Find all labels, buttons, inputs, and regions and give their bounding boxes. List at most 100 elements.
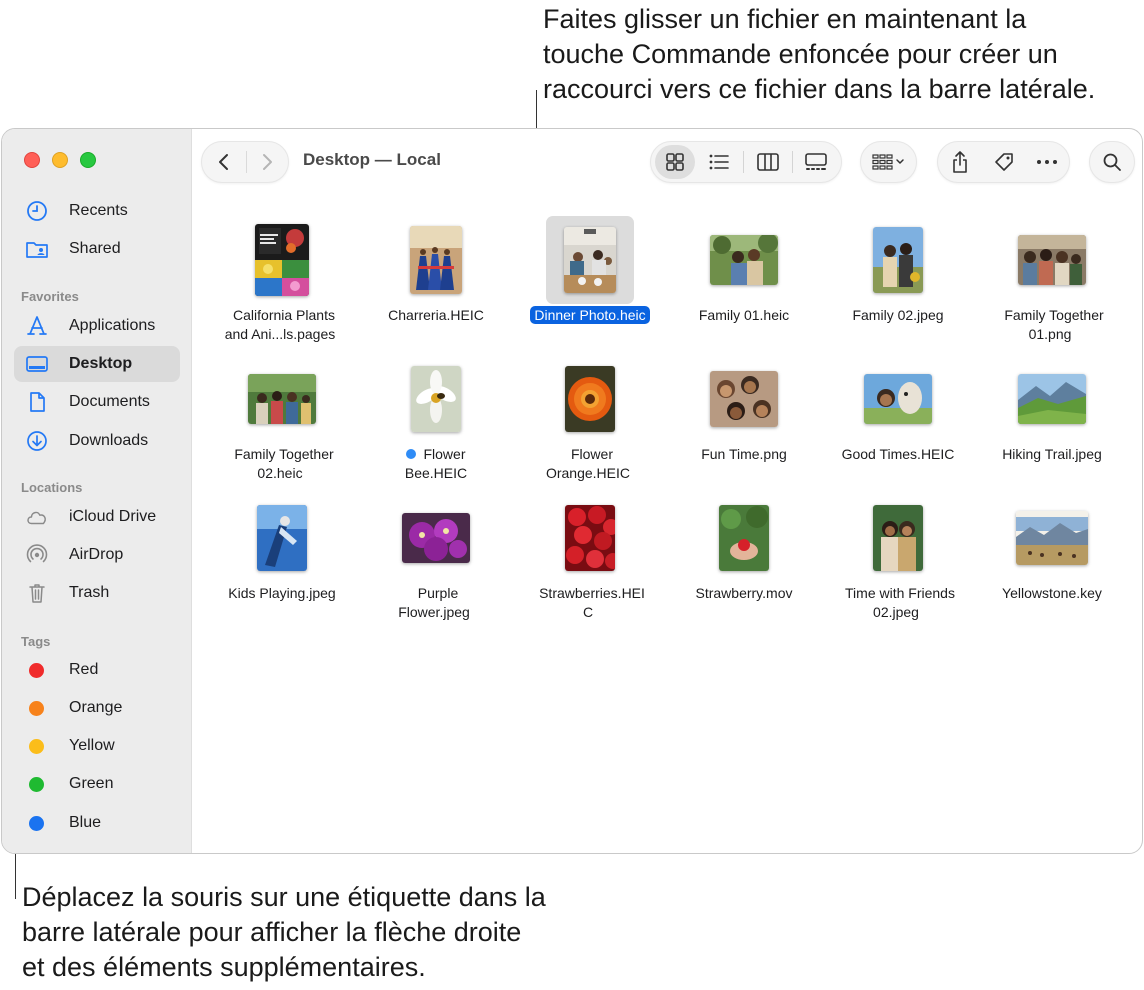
tag-button[interactable] <box>982 145 1026 179</box>
action-buttons <box>937 141 1070 183</box>
sidebar-tag-orange[interactable]: Orange <box>14 690 180 726</box>
file-item-flower-orange[interactable]: Flower Orange.HEIC <box>515 355 665 487</box>
file-item-yellowstone[interactable]: Yellowstone.key <box>977 494 1127 626</box>
file-name: Purple Flower.jpeg <box>398 585 470 620</box>
search-icon <box>1103 153 1121 171</box>
file-item-fun-time[interactable]: Fun Time.png <box>669 355 819 487</box>
file-name: Family 02.jpeg <box>852 307 944 323</box>
sidebar-item-trash[interactable]: Trash <box>14 575 180 611</box>
sidebar-item-downloads[interactable]: Downloads <box>14 423 180 459</box>
desktop-icon <box>25 352 49 376</box>
sidebar-tag-green[interactable]: Green <box>14 766 180 802</box>
sidebar-item-label: Documents <box>69 393 150 410</box>
file-item-flower-bee[interactable]: Flower Bee.HEIC <box>361 355 511 487</box>
file-item-family-02[interactable]: Family 02.jpeg <box>823 216 973 348</box>
file-item-strawberry-mov[interactable]: Strawberry.mov <box>669 494 819 626</box>
photo-thumbnail <box>710 235 778 285</box>
tag-color-dot <box>29 700 44 716</box>
file-item-kids-playing[interactable]: Kids Playing.jpeg <box>207 494 357 626</box>
file-item-time-with-friends[interactable]: Time with Friends 02.jpeg <box>823 494 973 626</box>
more-actions-button[interactable] <box>1025 145 1069 179</box>
sidebar-item-label: Blue <box>69 814 102 831</box>
screenshot: Faites glisser un fichier en maintenant … <box>0 0 1144 990</box>
locations-header: Locations <box>21 480 83 495</box>
zoom-window-button[interactable] <box>80 152 96 168</box>
file-item-dinner-photo[interactable]: Dinner Photo.heic <box>515 216 665 348</box>
sidebar-tag-yellow[interactable]: Yellow <box>14 728 180 764</box>
file-item-family-01[interactable]: Family 01.heic <box>669 216 819 348</box>
sidebar-item-label: Recents <box>69 202 128 219</box>
favorites-header: Favorites <box>21 289 79 304</box>
download-icon <box>25 429 49 453</box>
sidebar-item-label: Green <box>69 775 114 792</box>
file-item-family-together-01[interactable]: Family Together 01.png <box>977 216 1127 348</box>
back-button[interactable] <box>202 145 246 179</box>
chevron-right-icon <box>263 154 273 170</box>
file-item-hiking-trail[interactable]: Hiking Trail.jpeg <box>977 355 1127 487</box>
group-grid-icon <box>871 154 904 170</box>
callout-bottom: Déplacez la souris sur une étiquette dan… <box>22 882 546 982</box>
photo-thumbnail <box>1018 374 1086 424</box>
column-view-button[interactable] <box>744 145 792 179</box>
search-button[interactable] <box>1090 145 1134 179</box>
sidebar-item-desktop[interactable]: Desktop <box>14 346 180 382</box>
file-thumbnail <box>238 216 326 304</box>
window-title: Desktop — Local <box>303 150 441 169</box>
file-thumbnail <box>392 494 480 582</box>
sidebar-tag-red[interactable]: Red <box>14 652 180 688</box>
search-control <box>1089 141 1135 183</box>
minimize-window-button[interactable] <box>52 152 68 168</box>
sidebar-item-documents[interactable]: Documents <box>14 384 180 420</box>
photo-thumbnail <box>710 371 778 427</box>
file-thumbnail <box>546 216 634 304</box>
file-item-family-together-02[interactable]: Family Together 02.heic <box>207 355 357 487</box>
file-item-strawberries[interactable]: Strawberries.HEI C <box>515 494 665 626</box>
file-item-charreria[interactable]: Charreria.HEIC <box>361 216 511 348</box>
file-thumbnail <box>392 355 480 443</box>
ellipsis-icon <box>1037 160 1058 164</box>
file-item-good-times[interactable]: Good Times.HEIC <box>823 355 973 487</box>
file-name: Strawberry.mov <box>695 585 793 601</box>
file-thumbnail <box>854 494 942 582</box>
sidebar-item-label: Trash <box>69 584 110 601</box>
columns-icon <box>757 153 779 171</box>
shared-folder-icon <box>25 237 49 261</box>
document-icon <box>25 390 49 414</box>
file-thumbnail <box>854 216 942 304</box>
file-item-california-plants[interactable]: California Plants and Ani...ls.pages <box>207 216 357 348</box>
group-button[interactable] <box>861 145 916 179</box>
trash-icon <box>25 581 49 605</box>
applications-icon <box>25 314 49 338</box>
tag-color-dot <box>29 815 44 831</box>
file-thumbnail <box>546 355 634 443</box>
sidebar-tag-blue[interactable]: Blue <box>14 805 180 841</box>
sidebar-item-icloud-drive[interactable]: iCloud Drive <box>14 499 180 535</box>
sidebar-item-shared[interactable]: Shared <box>14 231 180 267</box>
sidebar-item-airdrop[interactable]: AirDrop <box>14 537 180 573</box>
file-item-purple-flower[interactable]: Purple Flower.jpeg <box>361 494 511 626</box>
sidebar-item-recents[interactable]: Recents <box>14 193 180 229</box>
gallery-view-button[interactable] <box>793 145 839 179</box>
photo-thumbnail <box>1018 235 1086 285</box>
file-name: California Plants and Ani...ls.pages <box>224 307 336 342</box>
close-window-button[interactable] <box>24 152 40 168</box>
list-view-button[interactable] <box>695 145 743 179</box>
file-thumbnail <box>238 355 326 443</box>
sidebar-item-label: Red <box>69 661 99 678</box>
file-name: Good Times.HEIC <box>841 446 955 462</box>
icon-view-button[interactable] <box>655 145 695 179</box>
file-thumbnail <box>1008 355 1096 443</box>
forward-button[interactable] <box>246 145 288 179</box>
file-name: Flower Bee.HEIC <box>404 446 468 481</box>
group-by-menu[interactable] <box>860 141 917 183</box>
file-name: Dinner Photo.heic <box>515 306 665 325</box>
file-name: Family 01.heic <box>698 307 790 323</box>
file-name: Charreria.HEIC <box>388 307 484 323</box>
clock-icon <box>25 199 49 223</box>
photo-thumbnail <box>873 227 923 293</box>
file-thumbnail <box>392 216 480 304</box>
file-name: Kids Playing.jpeg <box>228 585 336 601</box>
blue-tag-dot <box>406 449 417 459</box>
share-button[interactable] <box>938 145 982 179</box>
sidebar-item-applications[interactable]: Applications <box>14 308 180 344</box>
